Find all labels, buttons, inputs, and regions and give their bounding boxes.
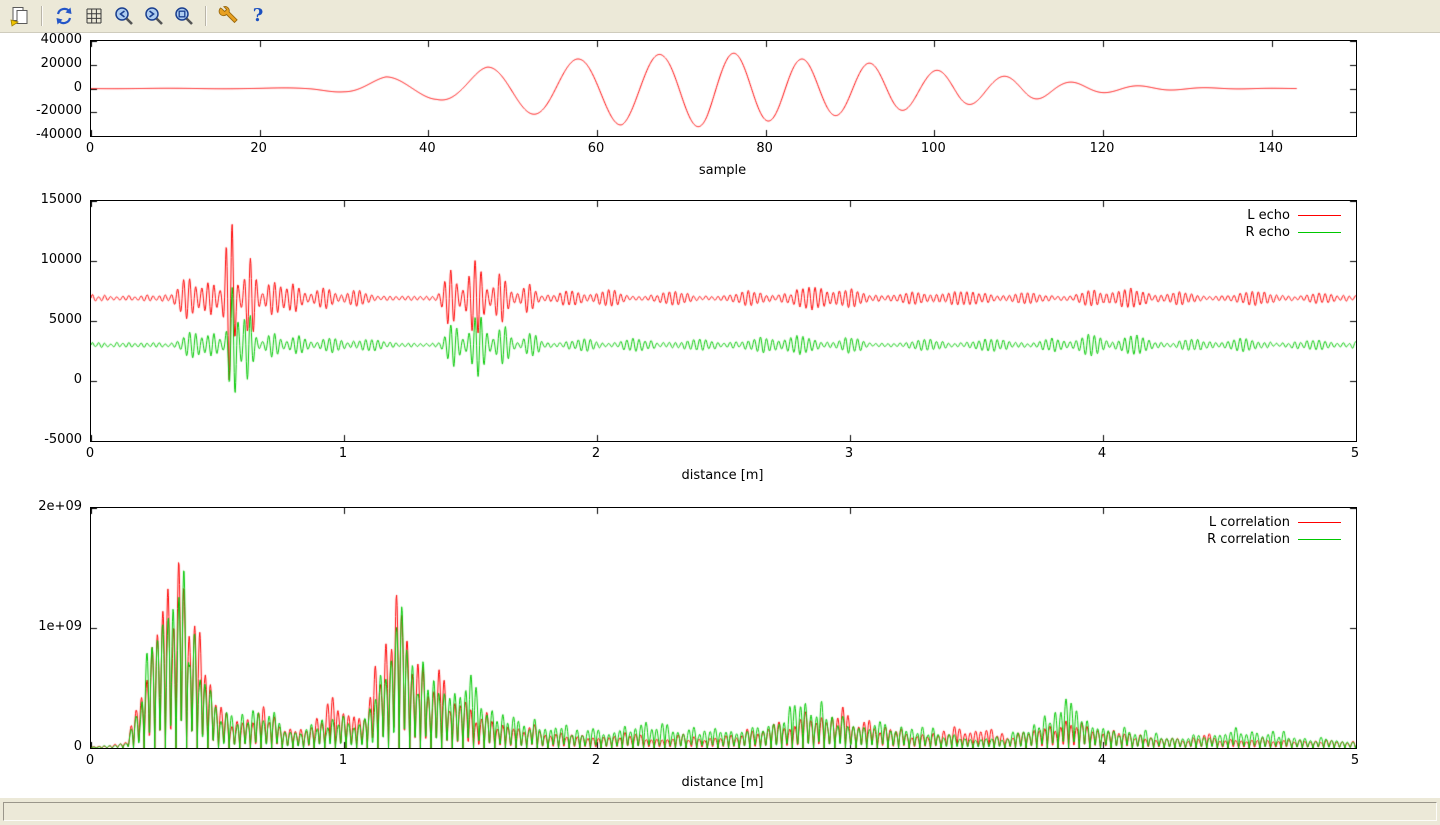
grid-toggle-icon bbox=[83, 5, 105, 27]
replot-button[interactable] bbox=[50, 3, 78, 29]
x-tick-label: 80 bbox=[725, 141, 805, 157]
y-tick-label: 5000 bbox=[0, 312, 82, 328]
configure-button[interactable] bbox=[214, 3, 242, 29]
x-tick-label: 3 bbox=[809, 753, 889, 769]
y-tick-label: 1e+09 bbox=[0, 619, 82, 635]
x-tick-label: 100 bbox=[893, 141, 973, 157]
chart-echo-signals: -5000050001000015000012345distance [m]L … bbox=[0, 200, 1440, 500]
x-axis-label: distance [m] bbox=[90, 775, 1355, 790]
status-bar bbox=[0, 797, 1440, 825]
chart-pulse-waveform: -40000-200000200004000002040608010012014… bbox=[0, 40, 1440, 200]
legend-label: R echo bbox=[1245, 225, 1290, 240]
x-tick-label: 5 bbox=[1315, 753, 1395, 769]
x-axis-label: sample bbox=[90, 163, 1355, 178]
x-tick-label: 40 bbox=[387, 141, 467, 157]
legend-label: L echo bbox=[1247, 208, 1290, 223]
replot-refresh-icon bbox=[53, 5, 75, 27]
x-tick-label: 5 bbox=[1315, 446, 1395, 462]
x-tick-label: 0 bbox=[50, 446, 130, 462]
toolbar-separator bbox=[41, 6, 43, 26]
zoom-previous-button[interactable] bbox=[110, 3, 138, 29]
x-tick-label: 4 bbox=[1062, 446, 1142, 462]
chart-correlation: 01e+092e+09012345distance [m]L correlati… bbox=[0, 507, 1440, 807]
x-tick-label: 0 bbox=[50, 141, 130, 157]
x-tick-label: 3 bbox=[809, 446, 889, 462]
x-tick-label: 2 bbox=[556, 753, 636, 769]
toolbar-separator bbox=[205, 6, 207, 26]
legend-entry: L correlation bbox=[90, 514, 1341, 531]
zoom-previous-icon bbox=[113, 5, 135, 27]
legend-entry: R echo bbox=[90, 224, 1341, 241]
x-tick-label: 1 bbox=[303, 753, 383, 769]
legend-line-sample bbox=[1298, 539, 1341, 540]
help-button[interactable]: ? bbox=[244, 3, 272, 29]
legend-entry: R correlation bbox=[90, 531, 1341, 548]
x-tick-label: 0 bbox=[50, 753, 130, 769]
x-tick-label: 4 bbox=[1062, 753, 1142, 769]
legend-label: R correlation bbox=[1207, 532, 1290, 547]
x-tick-label: 20 bbox=[219, 141, 299, 157]
help-question-icon: ? bbox=[253, 7, 264, 25]
zoom-next-button[interactable] bbox=[140, 3, 168, 29]
x-tick-label: 1 bbox=[303, 446, 383, 462]
x-tick-label: 120 bbox=[1062, 141, 1142, 157]
status-message bbox=[3, 802, 1437, 821]
x-axis-label: distance [m] bbox=[90, 468, 1355, 483]
legend-entry: L echo bbox=[90, 207, 1341, 224]
zoom-next-icon bbox=[143, 5, 165, 27]
y-tick-label: -20000 bbox=[0, 103, 82, 119]
copy-to-clipboard-button[interactable] bbox=[6, 3, 34, 29]
toolbar: ? bbox=[0, 0, 1440, 33]
wrench-settings-icon bbox=[217, 5, 239, 27]
autoscale-zoom-icon bbox=[173, 5, 195, 27]
legend: L echo R echo bbox=[90, 207, 1341, 241]
x-tick-label: 2 bbox=[556, 446, 636, 462]
grid-toggle-button[interactable] bbox=[80, 3, 108, 29]
x-tick-label: 60 bbox=[556, 141, 636, 157]
x-tick-label: 140 bbox=[1231, 141, 1311, 157]
legend: L correlation R correlation bbox=[90, 514, 1341, 548]
y-tick-label: 10000 bbox=[0, 252, 82, 268]
plot-box[interactable] bbox=[90, 40, 1357, 137]
y-tick-label: 15000 bbox=[0, 192, 82, 208]
plot-area: -40000-200000200004000002040608010012014… bbox=[0, 33, 1440, 798]
legend-line-sample bbox=[1298, 215, 1341, 216]
y-tick-label: 0 bbox=[0, 372, 82, 388]
legend-label: L correlation bbox=[1209, 515, 1290, 530]
autoscale-button[interactable] bbox=[170, 3, 198, 29]
y-tick-label: 20000 bbox=[0, 56, 82, 72]
y-tick-label: 0 bbox=[0, 80, 82, 96]
y-tick-label: 2e+09 bbox=[0, 499, 82, 515]
plot-canvas[interactable] bbox=[91, 41, 1356, 136]
legend-line-sample bbox=[1298, 522, 1341, 523]
legend-line-sample bbox=[1298, 232, 1341, 233]
y-tick-label: 40000 bbox=[0, 32, 82, 48]
copy-to-clipboard-icon bbox=[9, 5, 31, 27]
